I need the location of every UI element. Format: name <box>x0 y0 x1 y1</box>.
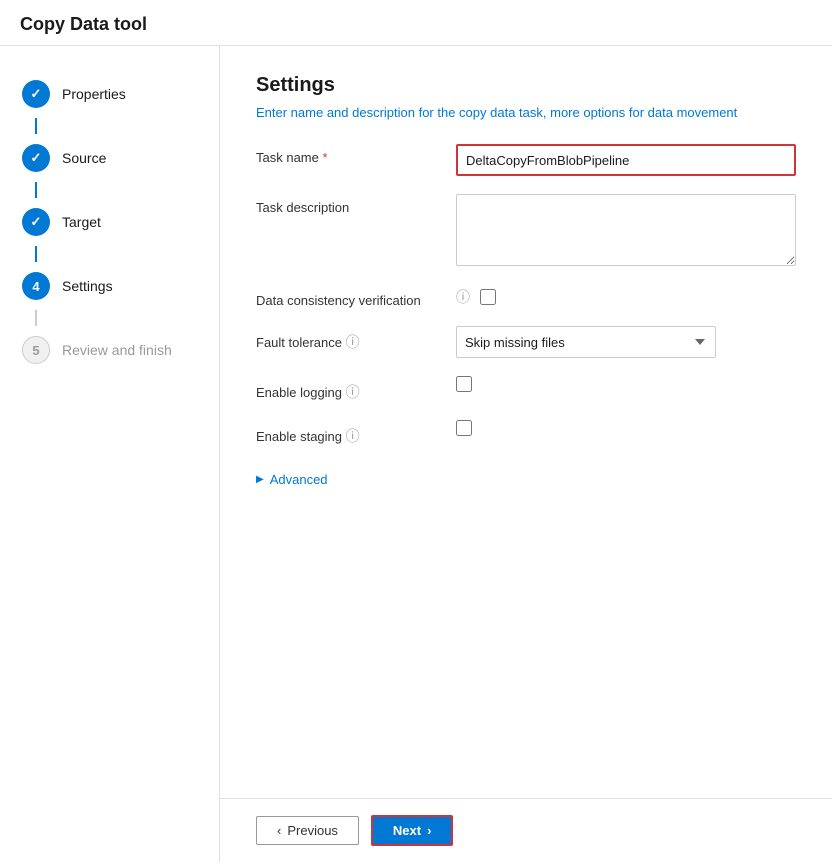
sidebar-item-source[interactable]: ✓ Source <box>16 134 203 182</box>
step-circle-settings: 4 <box>22 272 50 300</box>
app-title: Copy Data tool <box>20 14 147 34</box>
step-label-source: Source <box>62 150 106 166</box>
step-label-review: Review and finish <box>62 342 172 358</box>
fault-tolerance-label: Fault tolerance ⓘ <box>256 326 456 352</box>
task-name-input[interactable] <box>456 144 796 176</box>
required-indicator: * <box>323 150 328 165</box>
data-consistency-checkbox[interactable] <box>480 289 496 305</box>
enable-logging-checkbox[interactable] <box>456 376 472 392</box>
fault-tolerance-select-wrapper: Skip missing files Fail on first error S… <box>456 326 716 358</box>
data-consistency-control: ⓘ <box>456 287 796 307</box>
check-icon-properties: ✓ <box>31 86 42 102</box>
step-label-settings: Settings <box>62 278 113 294</box>
task-name-control <box>456 144 796 176</box>
data-consistency-info-icon: ⓘ <box>456 287 470 307</box>
enable-staging-row: Enable staging ⓘ <box>256 420 796 446</box>
sidebar: ✓ Properties ✓ Source ✓ Target 4 Setting… <box>0 46 220 862</box>
connector-4 <box>35 310 37 326</box>
fault-tolerance-select[interactable]: Skip missing files Fail on first error S… <box>456 326 716 358</box>
next-button[interactable]: Next › <box>371 815 454 846</box>
advanced-label: Advanced <box>270 472 328 487</box>
task-description-control <box>456 194 796 269</box>
step-number-settings: 4 <box>32 279 39 294</box>
step-number-review: 5 <box>32 343 39 358</box>
connector-1 <box>35 118 37 134</box>
main-layout: ✓ Properties ✓ Source ✓ Target 4 Setting… <box>0 46 832 862</box>
task-description-row: Task description <box>256 194 796 269</box>
data-consistency-label: Data consistency verification <box>256 287 456 308</box>
previous-label: Previous <box>287 823 338 838</box>
check-icon-target: ✓ <box>31 214 42 230</box>
connector-2 <box>35 182 37 198</box>
enable-staging-info-icon: ⓘ <box>346 428 360 444</box>
section-subtitle: Enter name and description for the copy … <box>256 105 796 120</box>
previous-chevron-icon: ‹ <box>277 823 281 838</box>
sidebar-item-target[interactable]: ✓ Target <box>16 198 203 246</box>
task-name-row: Task name * <box>256 144 796 176</box>
step-circle-properties: ✓ <box>22 80 50 108</box>
step-circle-source: ✓ <box>22 144 50 172</box>
data-consistency-row: Data consistency verification ⓘ <box>256 287 796 308</box>
content-area: Settings Enter name and description for … <box>220 46 832 798</box>
step-label-target: Target <box>62 214 101 230</box>
connector-3 <box>35 246 37 262</box>
next-chevron-icon: › <box>427 823 431 838</box>
sidebar-item-review[interactable]: 5 Review and finish <box>16 326 203 374</box>
enable-logging-control <box>456 376 796 395</box>
fault-tolerance-row: Fault tolerance ⓘ Skip missing files Fai… <box>256 326 796 358</box>
content-wrapper: Settings Enter name and description for … <box>220 46 832 862</box>
enable-staging-checkbox[interactable] <box>456 420 472 436</box>
task-name-label: Task name * <box>256 144 456 165</box>
previous-button[interactable]: ‹ Previous <box>256 816 359 845</box>
footer: ‹ Previous Next › <box>220 798 832 862</box>
enable-logging-info-icon: ⓘ <box>346 384 360 400</box>
task-description-label: Task description <box>256 194 456 215</box>
enable-logging-label: Enable logging ⓘ <box>256 376 456 402</box>
fault-tolerance-control: Skip missing files Fail on first error S… <box>456 326 796 358</box>
check-icon-source: ✓ <box>31 150 42 166</box>
sidebar-item-settings[interactable]: 4 Settings <box>16 262 203 310</box>
enable-logging-row: Enable logging ⓘ <box>256 376 796 402</box>
next-label: Next <box>393 823 421 838</box>
chevron-right-icon: ▶ <box>256 474 264 485</box>
fault-tolerance-info-icon: ⓘ <box>346 334 360 350</box>
data-consistency-checkbox-row: ⓘ <box>456 287 796 307</box>
enable-staging-control <box>456 420 796 439</box>
step-circle-target: ✓ <box>22 208 50 236</box>
section-title: Settings <box>256 74 796 97</box>
task-description-input[interactable] <box>456 194 796 266</box>
step-label-properties: Properties <box>62 86 126 102</box>
enable-staging-label: Enable staging ⓘ <box>256 420 456 446</box>
sidebar-item-properties[interactable]: ✓ Properties <box>16 70 203 118</box>
step-circle-review: 5 <box>22 336 50 364</box>
advanced-section[interactable]: ▶ Advanced <box>256 472 796 487</box>
app-header: Copy Data tool <box>0 0 832 46</box>
